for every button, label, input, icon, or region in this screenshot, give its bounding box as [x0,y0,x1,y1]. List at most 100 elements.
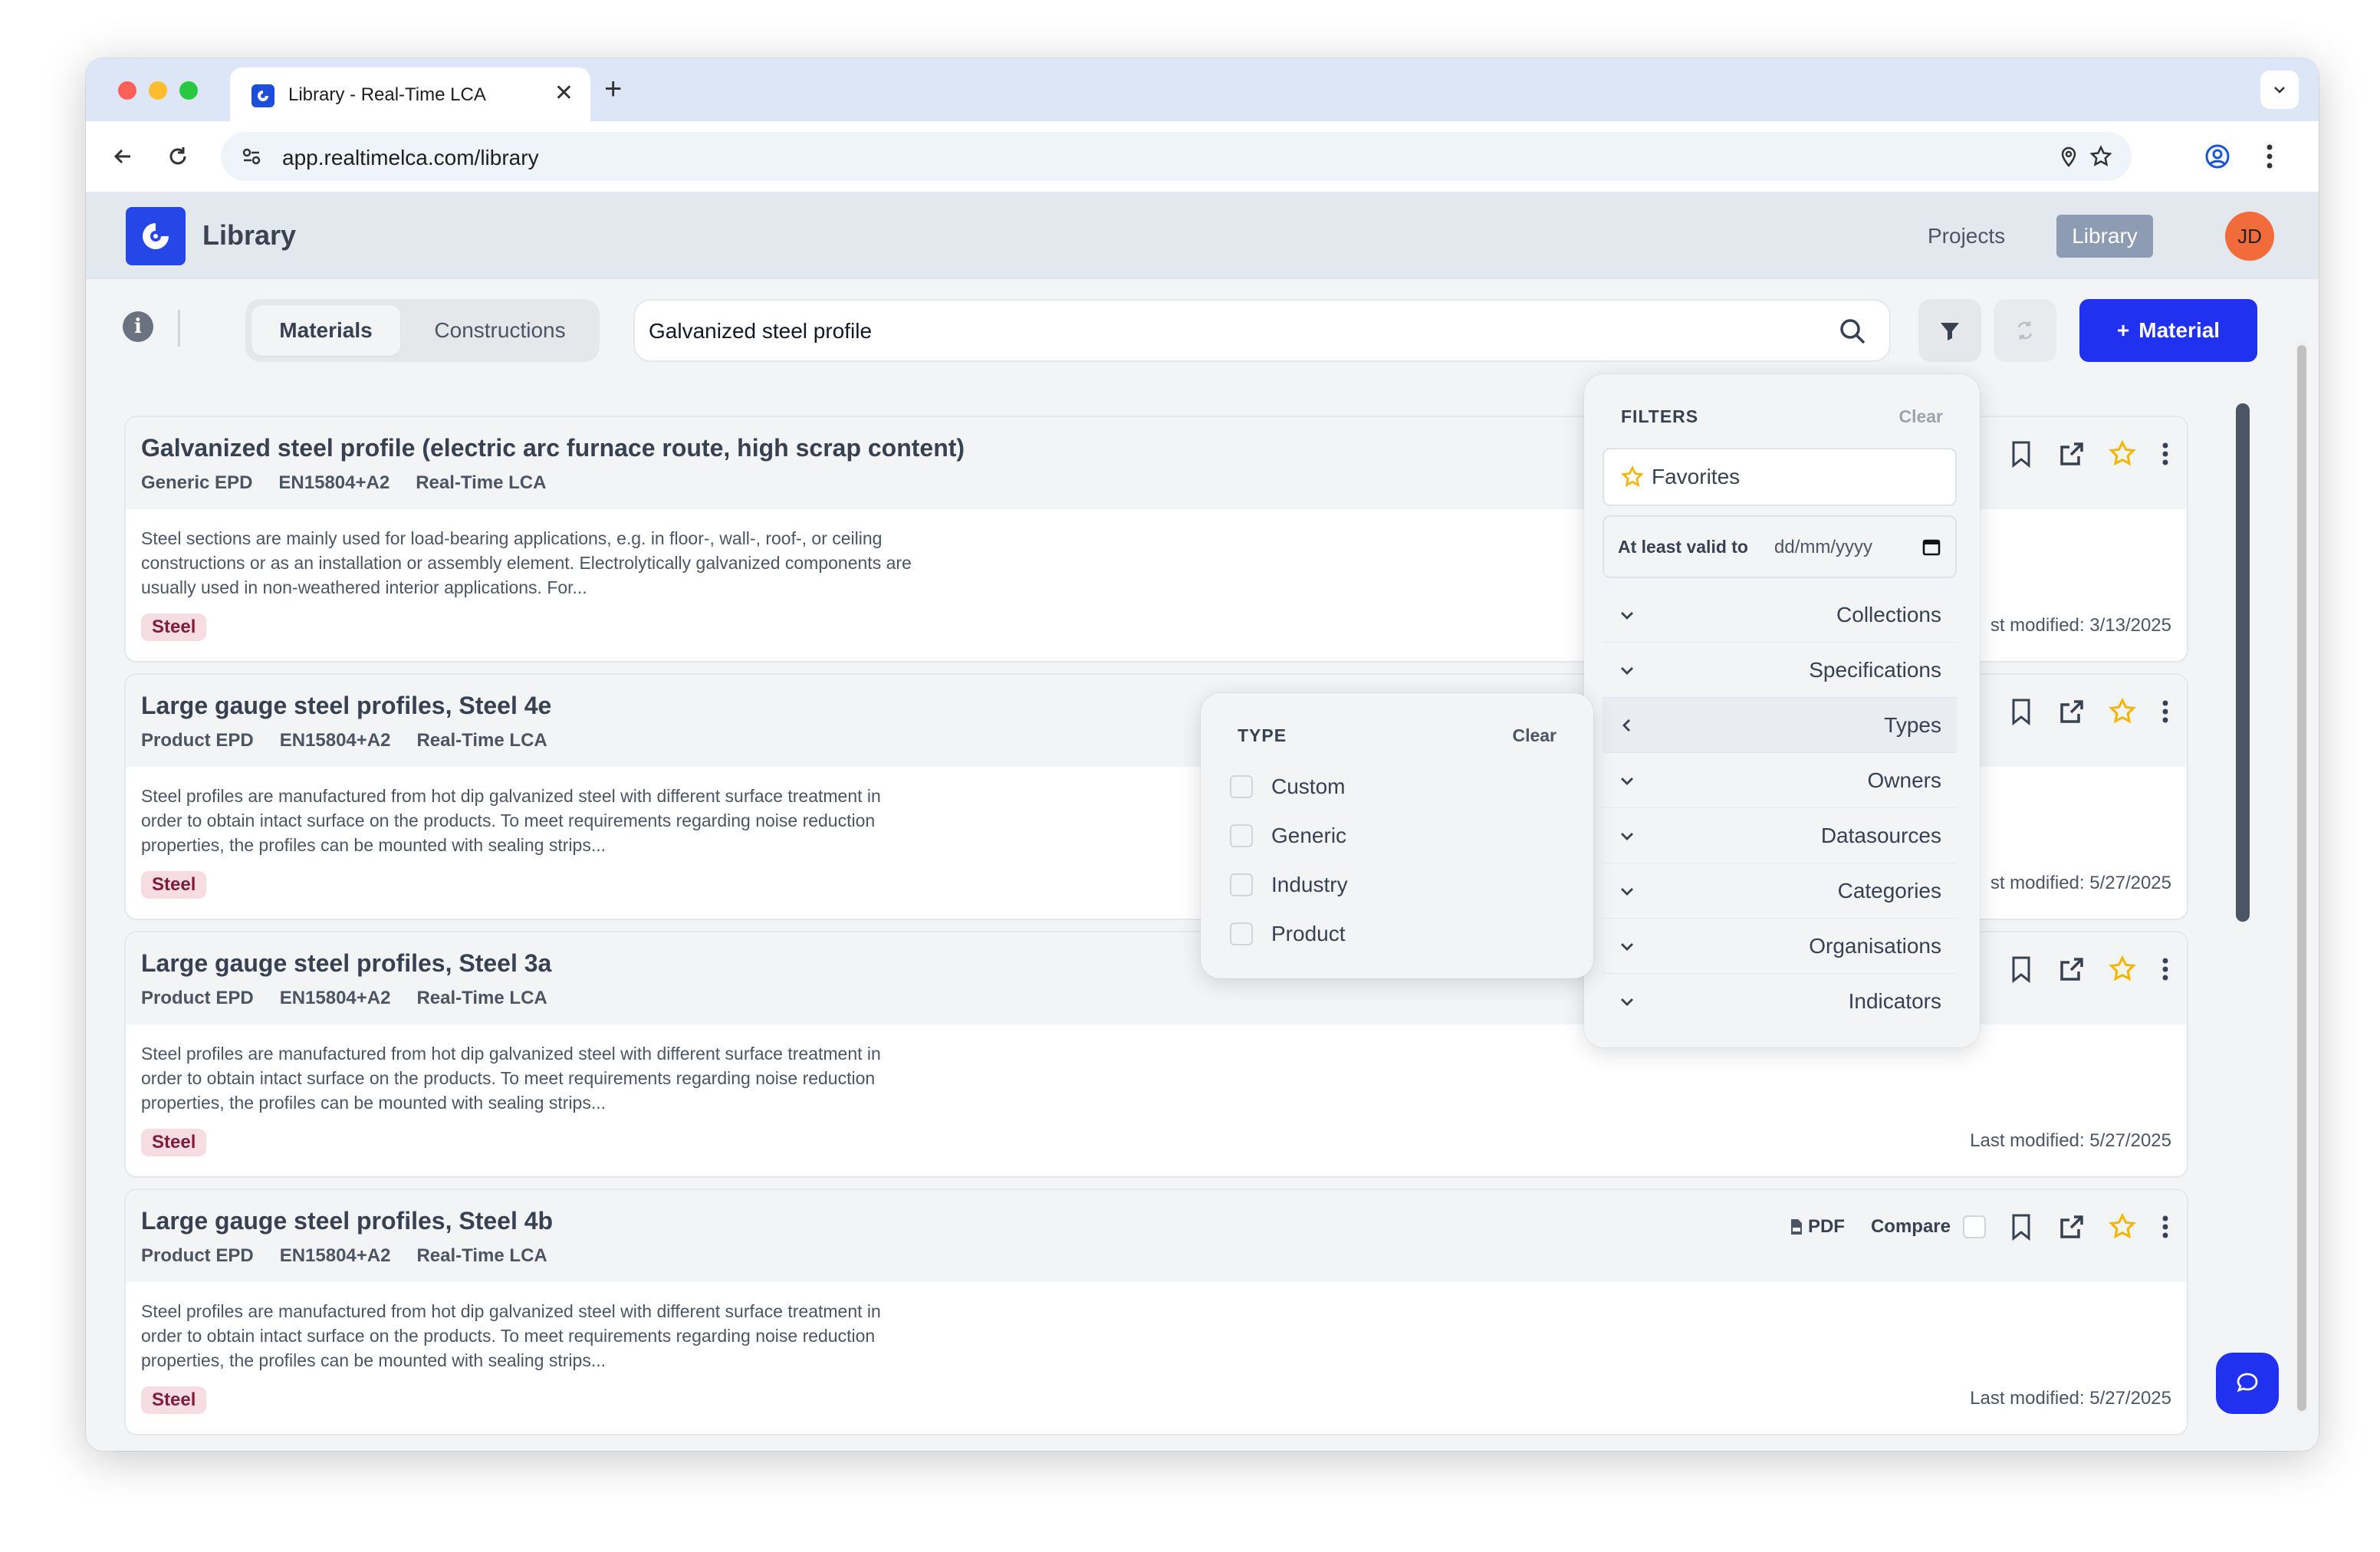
chevron-down-icon [1616,935,1638,957]
open-external-icon[interactable] [2056,1212,2087,1242]
bookmark-icon[interactable] [2006,439,2036,469]
card-title[interactable]: Large gauge steel profiles, Steel 3a [141,949,551,978]
calendar-icon[interactable] [1920,535,1943,558]
address-bar[interactable]: app.realtimelca.com/library [221,132,2132,181]
type-filter-clear-button[interactable]: Clear [1512,725,1557,746]
more-options-icon[interactable] [2158,1212,2173,1242]
add-material-button[interactable]: + Material [2079,299,2257,362]
checkbox[interactable] [1230,775,1253,798]
app-header: Library Projects Library JD [86,192,2319,279]
filters-clear-button[interactable]: Clear [1898,406,1943,427]
card-title[interactable]: Galvanized steel profile (electric arc f… [141,434,965,462]
category-tag: Steel [141,871,207,899]
favorite-star-icon[interactable] [2107,954,2138,985]
search-icon[interactable] [1837,316,1868,347]
search-input[interactable]: Galvanized steel profile [633,299,1891,362]
more-options-icon[interactable] [2158,696,2173,727]
app-logo[interactable] [126,207,186,265]
filter-section-label: Indicators [1848,989,1941,1013]
card-epd-type: Product EPD [141,1245,254,1266]
type-option-generic[interactable]: Generic [1230,819,1346,853]
type-option-industry[interactable]: Industry [1230,868,1348,902]
nav-library[interactable]: Library [2056,215,2153,258]
tab-favicon-icon [251,84,274,107]
favorite-star-icon[interactable] [2107,1212,2138,1242]
material-card[interactable]: Large gauge steel profiles, Steel 4b Pro… [124,1189,2188,1435]
type-option-product[interactable]: Product [1230,917,1346,951]
filter-section-owners[interactable]: Owners [1603,753,1957,808]
card-source: Real-Time LCA [416,472,547,493]
site-settings-icon[interactable] [238,143,265,170]
maximize-window-button[interactable] [179,81,198,100]
location-icon[interactable] [2055,143,2082,170]
type-option-custom[interactable]: Custom [1230,770,1345,804]
card-title[interactable]: Large gauge steel profiles, Steel 4b [141,1207,553,1235]
card-meta: Product EPD EN15804+A2 Real-Time LCA [141,988,547,1009]
favorite-star-icon[interactable] [2107,439,2138,469]
filter-section-collections[interactable]: Collections [1603,587,1957,643]
filter-section-categories[interactable]: Categories [1603,863,1957,919]
valid-date-filter[interactable]: At least valid to dd/mm/yyyy [1603,515,1957,578]
sync-button[interactable] [1994,299,2056,362]
avatar[interactable]: JD [2225,212,2274,261]
tab-constructions[interactable]: Constructions [406,305,593,356]
card-title[interactable]: Large gauge steel profiles, Steel 4e [141,692,551,720]
filter-button[interactable] [1918,299,1981,362]
category-tag: Steel [141,1129,207,1156]
card-meta: Product EPD EN15804+A2 Real-Time LCA [141,1245,547,1267]
more-options-icon[interactable] [2158,954,2173,985]
bookmark-star-icon[interactable] [2087,143,2115,170]
tab-close-icon[interactable]: ✕ [554,80,574,107]
nav-projects[interactable]: Projects [1928,224,2005,248]
card-description: Steel profiles are manufactured from hot… [141,1044,881,1113]
compare-checkbox[interactable] [1963,1215,1986,1238]
bookmark-icon[interactable] [2006,1212,2036,1242]
card-standard: EN15804+A2 [279,1245,391,1266]
profile-icon[interactable] [2199,138,2236,175]
browser-window: Library - Real-Time LCA ✕ + app.realtime… [86,58,2319,1451]
filters-title: FILTERS [1621,406,1699,426]
open-external-icon[interactable] [2056,439,2087,469]
chevron-down-icon [1616,770,1638,791]
bookmark-icon[interactable] [2006,696,2036,727]
filter-section-label: Categories [1837,878,1941,903]
tab-search-button[interactable] [2260,71,2299,109]
card-source: Real-Time LCA [416,730,547,751]
filter-section-datasources[interactable]: Datasources [1603,808,1957,863]
tab-materials[interactable]: Materials [251,305,400,356]
filter-section-indicators[interactable]: Indicators [1603,974,1957,1029]
info-icon[interactable]: i [123,311,153,342]
minimize-window-button[interactable] [149,81,167,100]
filter-section-specifications[interactable]: Specifications [1603,643,1957,698]
category-tag: Steel [141,1386,207,1414]
chat-button[interactable] [2216,1353,2279,1414]
sync-icon [2017,321,2033,340]
type-option-label: Custom [1271,774,1346,798]
card-actions: PDF Compare [1790,1212,2173,1242]
favorites-filter[interactable]: Favorites [1603,448,1957,506]
reload-button[interactable] [161,140,195,173]
open-external-icon[interactable] [2056,696,2087,727]
bookmark-icon[interactable] [2006,954,2036,985]
back-button[interactable] [106,140,140,173]
pdf-label: PDF [1807,1216,1845,1237]
more-options-icon[interactable] [2158,439,2173,469]
close-window-button[interactable] [118,81,136,100]
favorites-label: Favorites [1652,465,1741,488]
card-description: Steel sections are mainly used for load-… [141,528,912,597]
filter-section-types[interactable]: Types [1603,698,1957,753]
checkbox[interactable] [1230,922,1253,945]
checkbox[interactable] [1230,873,1253,896]
favorite-star-icon[interactable] [2107,696,2138,727]
checkbox[interactable] [1230,824,1253,847]
page-scrollbar[interactable] [2297,345,2306,1411]
filter-section-organisations[interactable]: Organisations [1603,919,1957,974]
list-scrollbar[interactable] [2236,403,2250,922]
open-external-icon[interactable] [2056,954,2087,985]
valid-date-input[interactable]: dd/mm/yyyy [1774,537,1872,558]
new-tab-button[interactable]: + [604,72,622,106]
browser-menu-icon[interactable] [2251,138,2288,175]
chat-bubble-icon [2237,1373,2258,1393]
browser-tab-active[interactable]: Library - Real-Time LCA ✕ [230,67,590,121]
pdf-button[interactable]: PDF [1790,1216,1845,1238]
